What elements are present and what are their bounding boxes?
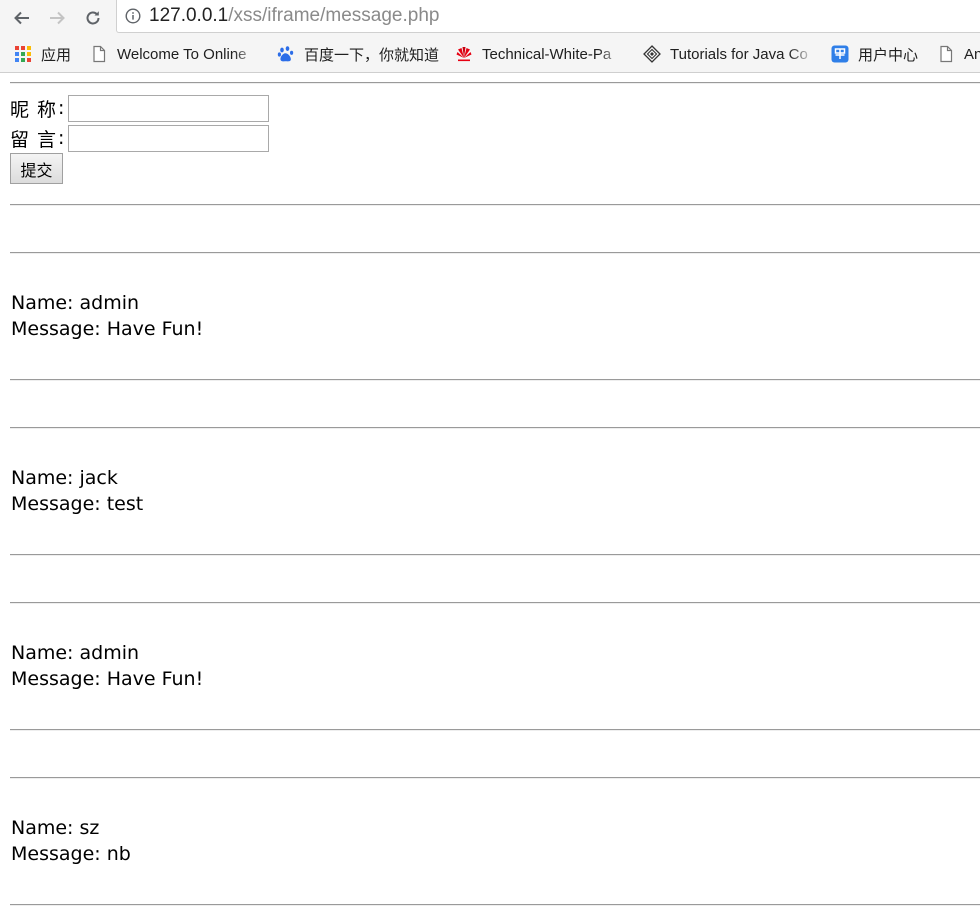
bookmark-label: 百度一下，你就知道 bbox=[304, 46, 440, 64]
bookmarks-bar: 应用 Welcome To Online 百度一下，你就知道 Technical… bbox=[0, 38, 980, 70]
divider bbox=[10, 602, 980, 604]
baidu-paw-icon bbox=[277, 45, 295, 63]
url-host: 127.0.0.1 bbox=[149, 5, 229, 26]
forward-button[interactable] bbox=[44, 5, 70, 31]
bookmark-welcome[interactable]: Welcome To Online bbox=[90, 42, 259, 66]
divider bbox=[10, 379, 980, 381]
divider bbox=[10, 904, 980, 906]
bookmark-label: Technical-White-Pa bbox=[482, 45, 612, 63]
info-icon[interactable] bbox=[125, 8, 141, 24]
browser-chrome: 127.0.0.1/xss/iframe/message.php 应用 Welc… bbox=[0, 0, 980, 73]
divider bbox=[10, 427, 980, 429]
navigation-bar: 127.0.0.1/xss/iframe/message.php bbox=[0, 0, 980, 36]
divider bbox=[10, 204, 980, 206]
back-arrow-icon bbox=[14, 11, 29, 25]
divider bbox=[10, 82, 980, 84]
bookmark-overflow-item[interactable]: An bbox=[937, 42, 980, 66]
apps-grid-icon bbox=[14, 45, 32, 63]
nickname-input[interactable] bbox=[68, 94, 270, 122]
url-path: /xss/iframe/message.php bbox=[228, 5, 440, 26]
bookmark-label: Welcome To Online bbox=[117, 45, 247, 63]
message-name: Name: admin bbox=[11, 292, 140, 314]
colon: : bbox=[58, 97, 65, 119]
message-name: Name: jack bbox=[11, 467, 118, 489]
reload-button[interactable] bbox=[80, 5, 106, 31]
bookmark-label: 用户中心 bbox=[858, 46, 919, 64]
bookmark-tutorials-java[interactable]: Tutorials for Java Co bbox=[643, 42, 815, 66]
divider bbox=[10, 252, 980, 254]
page-icon bbox=[937, 45, 955, 63]
message-name: Name: sz bbox=[11, 817, 100, 839]
colon: : bbox=[58, 127, 65, 149]
message-name: Name: admin bbox=[11, 642, 140, 664]
divider bbox=[10, 777, 980, 779]
bookmark-technical-white-paper[interactable]: Technical-White-Pa bbox=[455, 42, 624, 66]
divider bbox=[10, 554, 980, 556]
address-bar[interactable]: 127.0.0.1/xss/iframe/message.php bbox=[116, 0, 980, 33]
bookmark-apps[interactable]: 应用 bbox=[14, 42, 71, 66]
message-row: 留言 : bbox=[10, 124, 270, 152]
back-button[interactable] bbox=[9, 5, 35, 31]
forward-arrow-icon bbox=[50, 11, 65, 25]
nickname-row: 昵称 : bbox=[10, 94, 270, 122]
nickname-label: 昵称 bbox=[10, 98, 65, 121]
page-content: 昵称 : 留言 : 提交 Name: admin Message: Have F… bbox=[0, 72, 980, 924]
bookmark-user-center[interactable]: 用户中心 bbox=[831, 42, 918, 66]
divider bbox=[10, 729, 980, 731]
page-icon bbox=[90, 45, 108, 63]
url-text[interactable]: 127.0.0.1/xss/iframe/message.php bbox=[149, 5, 439, 27]
message-input[interactable] bbox=[68, 124, 270, 152]
bookmark-label: 应用 bbox=[41, 46, 72, 64]
user-center-icon bbox=[831, 45, 849, 63]
reload-icon bbox=[86, 11, 100, 25]
message-text: Message: test bbox=[11, 493, 144, 515]
message-text: Message: Have Fun! bbox=[11, 668, 204, 690]
diamond-logo-icon bbox=[643, 45, 661, 63]
huawei-logo-icon bbox=[455, 45, 473, 63]
message-label: 留言 bbox=[10, 128, 65, 151]
bookmark-label: Tutorials for Java Co bbox=[670, 45, 808, 63]
bookmark-label: An bbox=[964, 45, 980, 63]
bookmark-baidu[interactable]: 百度一下，你就知道 bbox=[277, 42, 439, 66]
message-text: Message: Have Fun! bbox=[11, 318, 204, 340]
submit-button[interactable]: 提交 bbox=[10, 153, 63, 184]
message-text: Message: nb bbox=[11, 843, 131, 865]
